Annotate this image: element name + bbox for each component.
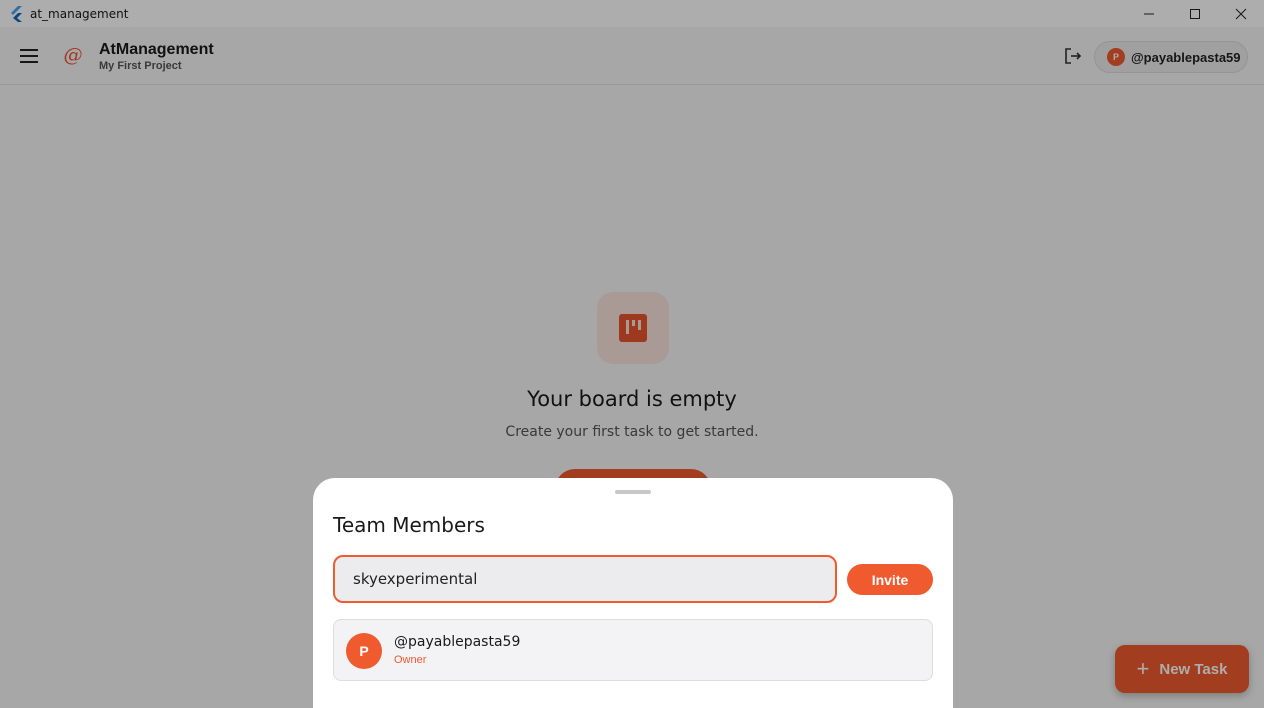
drag-handle[interactable] bbox=[615, 490, 651, 494]
invite-username-input[interactable] bbox=[333, 555, 837, 603]
sheet-title: Team Members bbox=[333, 513, 485, 537]
member-list-item[interactable]: P @payablepasta59 Owner bbox=[333, 619, 933, 681]
member-avatar: P bbox=[346, 633, 382, 669]
member-handle: @payablepasta59 bbox=[394, 634, 521, 650]
invite-button[interactable]: Invite bbox=[847, 564, 933, 595]
team-members-sheet: Team Members Invite P @payablepasta59 Ow… bbox=[313, 478, 953, 708]
member-role: Owner bbox=[394, 654, 427, 666]
